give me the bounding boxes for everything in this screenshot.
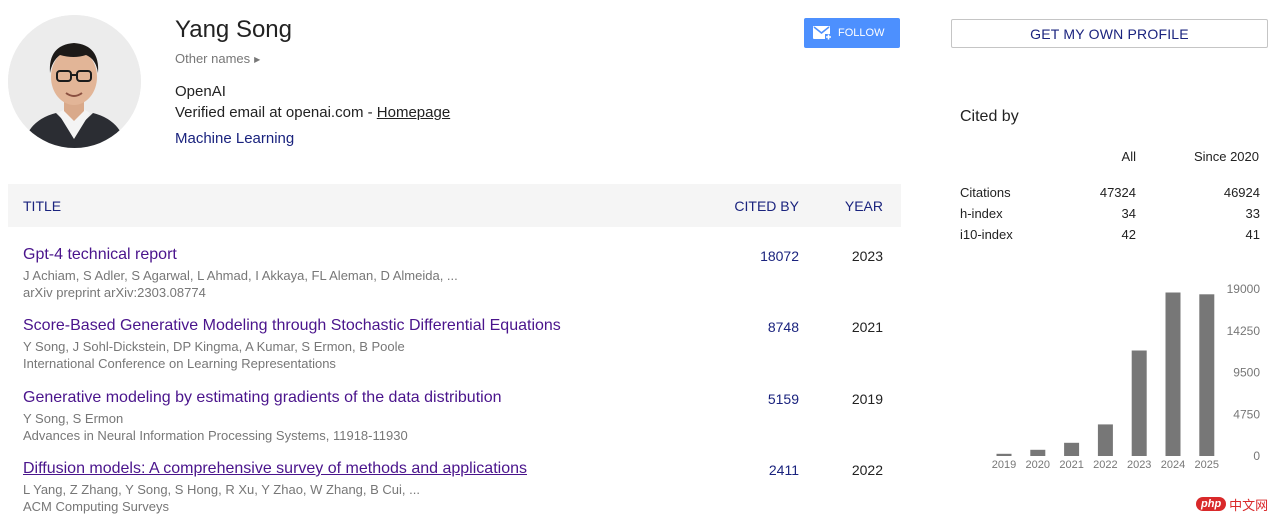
sort-by-title[interactable]: TITLE — [23, 198, 61, 214]
article-authors: J Achiam, S Adler, S Agarwal, L Ahmad, I… — [23, 268, 458, 283]
other-names-toggle[interactable]: Other names ▶ — [175, 51, 260, 66]
chart-bar-2020[interactable] — [1030, 449, 1046, 456]
metric-since: 33 — [1245, 206, 1260, 221]
article-authors: Y Song, J Sohl-Dickstein, DP Kingma, A K… — [23, 339, 405, 354]
mail-icon — [813, 26, 832, 40]
metric-row-i10-index: i10-index 42 41 — [960, 227, 1260, 245]
article-title-link[interactable]: Diffusion models: A comprehensive survey… — [23, 460, 527, 478]
other-names-label: Other names — [175, 51, 251, 66]
cited-by-count-link[interactable]: 2411 — [769, 462, 799, 478]
watermark-cn: 中文网 — [1229, 498, 1269, 514]
chart-xtick-label: 2022 — [1093, 459, 1117, 471]
metric-all: 42 — [1121, 227, 1136, 242]
article-venue: arXiv preprint arXiv:2303.08774 — [23, 285, 206, 300]
table-row: Gpt-4 technical report J Achiam, S Adler… — [8, 246, 901, 316]
metric-row-h-index: h-index 34 33 — [960, 206, 1260, 224]
article-venue: ACM Computing Surveys — [23, 499, 169, 514]
cited-by-count-link[interactable]: 5159 — [768, 391, 799, 407]
verified-email: Verified email at openai.com - Homepage — [175, 104, 450, 121]
profile-name: Yang Song — [175, 16, 292, 43]
chart-ytick-label: 4750 — [1233, 407, 1260, 421]
article-year: 2022 — [851, 462, 883, 478]
cited-by-count-link[interactable]: 8748 — [768, 319, 799, 335]
watermark-php: php — [1196, 497, 1227, 511]
get-my-own-profile-button[interactable]: GET MY OWN PROFILE — [951, 19, 1268, 48]
site-watermark: php 中文网 — [1196, 493, 1278, 515]
metric-all: 47324 — [1099, 185, 1136, 200]
metric-all: 34 — [1121, 206, 1136, 221]
article-title-link[interactable]: Generative modeling by estimating gradie… — [23, 389, 502, 407]
table-row: Diffusion models: A comprehensive survey… — [8, 460, 901, 515]
chart-xtick-label: 2024 — [1161, 459, 1185, 471]
article-authors: L Yang, Z Zhang, Y Song, S Hong, R Xu, Y… — [23, 482, 420, 497]
affiliation: OpenAI — [175, 83, 226, 100]
metric-label[interactable]: i10-index — [960, 227, 1013, 242]
articles-table-header: TITLE CITED BY YEAR — [8, 184, 901, 227]
chart-xtick-label: 2019 — [992, 459, 1016, 471]
cited-by-count-link[interactable]: 18072 — [760, 248, 799, 264]
article-authors: Y Song, S Ermon — [23, 411, 124, 426]
follow-label: FOLLOW — [838, 27, 885, 39]
metric-label[interactable]: Citations — [960, 185, 1011, 200]
table-row: Score-Based Generative Modeling through … — [8, 317, 901, 387]
article-title-link[interactable]: Score-Based Generative Modeling through … — [23, 317, 561, 335]
chart-bar-2024[interactable] — [1165, 292, 1181, 457]
chart-bar-2023[interactable] — [1131, 350, 1147, 457]
metric-label[interactable]: h-index — [960, 206, 1003, 221]
homepage-link[interactable]: Homepage — [377, 104, 450, 121]
follow-button[interactable]: FOLLOW — [804, 18, 900, 48]
citations-per-year-chart: 2019 2020 2021 2022 2023 2024 2025 0 4750 9500 142… — [940, 275, 1280, 475]
article-venue: Advances in Neural Information Processin… — [23, 428, 408, 443]
chart-bar-2021[interactable] — [1064, 442, 1080, 456]
profile-photo — [8, 15, 141, 148]
chart-xtick-label: 2025 — [1195, 459, 1219, 471]
metric-since: 41 — [1245, 227, 1260, 242]
cited-by-col-since: Since 2020 — [1193, 149, 1259, 164]
sort-by-year[interactable]: YEAR — [845, 198, 883, 214]
table-row: Generative modeling by estimating gradie… — [8, 389, 901, 459]
chart-xtick-label: 2020 — [1026, 459, 1050, 471]
chart-ytick-label: 19000 — [1227, 282, 1261, 296]
chart-bar-2022[interactable] — [1097, 424, 1113, 456]
sort-by-cited-by[interactable]: CITED BY — [734, 198, 799, 214]
chart-ytick-label: 14250 — [1227, 324, 1261, 338]
chart-bar-2019[interactable] — [996, 453, 1012, 456]
article-venue: International Conference on Learning Rep… — [23, 356, 336, 371]
chart-xtick-label: 2021 — [1059, 459, 1083, 471]
article-title-link[interactable]: Gpt-4 technical report — [23, 246, 177, 264]
article-year: 2021 — [851, 319, 883, 335]
email-text: Verified email at openai.com - — [175, 104, 377, 121]
cited-by-heading: Cited by — [960, 108, 1019, 125]
chart-ytick-label: 0 — [1253, 449, 1260, 463]
cited-by-col-all: All — [1121, 149, 1136, 164]
chart-bar-2025[interactable] — [1199, 294, 1215, 456]
interest-link[interactable]: Machine Learning — [175, 130, 294, 147]
article-year: 2019 — [851, 391, 883, 407]
metric-since: 46924 — [1223, 185, 1260, 200]
metric-row-citations: Citations 47324 46924 — [960, 185, 1260, 203]
chart-ytick-label: 9500 — [1233, 366, 1260, 380]
caret-right-icon: ▶ — [254, 55, 261, 64]
chart-xtick-label: 2023 — [1127, 459, 1151, 471]
citations-chart-svg: 2019 2020 2021 2022 2023 2024 2025 0 4750 9500 142… — [992, 282, 1261, 471]
article-year: 2023 — [851, 248, 883, 264]
